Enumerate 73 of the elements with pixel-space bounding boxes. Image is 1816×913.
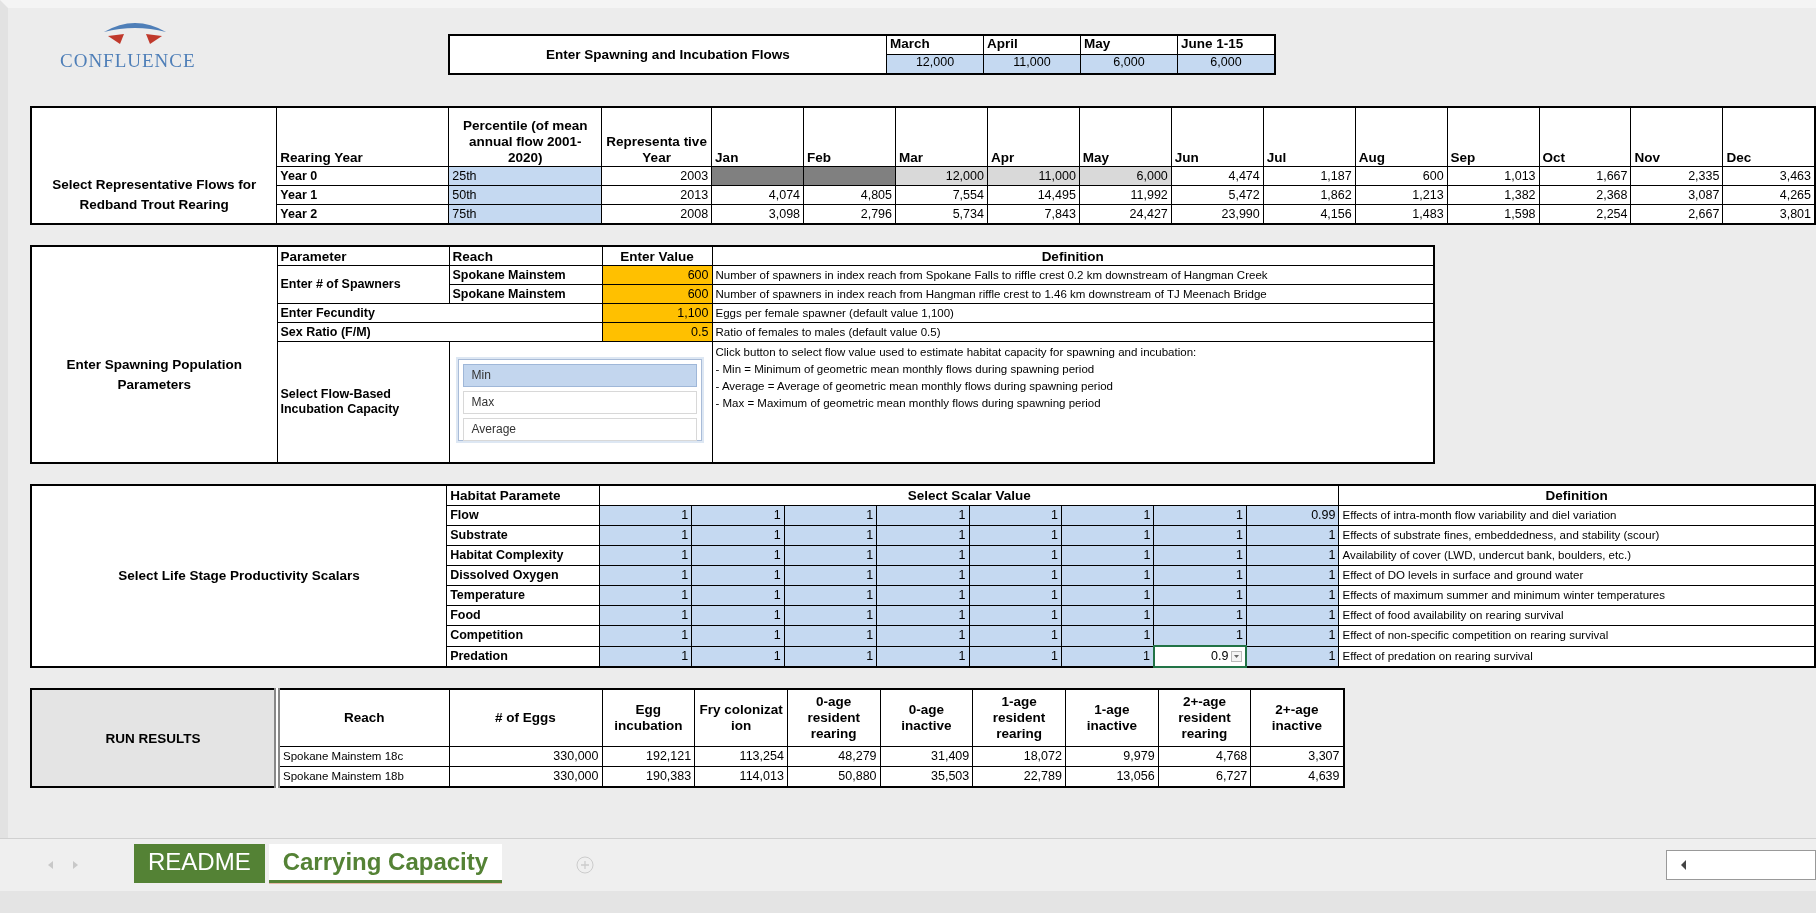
column-header: Mar	[895, 107, 988, 167]
row-header: Year 1	[276, 185, 449, 205]
cell-value: 0.9	[1211, 649, 1229, 664]
input-cell[interactable]: 6,000	[1081, 55, 1177, 73]
sheet-tab[interactable]: Carrying Capacity	[268, 844, 503, 883]
column-header: 2+-age resident rearing	[1158, 689, 1251, 747]
table-cell: 9,979	[1065, 746, 1159, 767]
column-header: 0-age inactive	[880, 689, 973, 747]
scroll-left-icon[interactable]	[1679, 859, 1689, 871]
column-header: Parameter	[277, 246, 449, 266]
column-header: Enter Value	[602, 246, 712, 266]
table-cell: 113,254	[694, 746, 788, 767]
horizontal-scrollbar[interactable]	[1666, 850, 1816, 880]
definition-text: - Min = Minimum of geometric mean monthly flows during spawning period	[715, 362, 1096, 377]
row-header: Competition	[446, 625, 600, 646]
column-header: 1-age inactive	[1065, 689, 1159, 747]
column-header: Egg incubation	[602, 689, 695, 747]
row-header: Dissolved Oxygen	[446, 565, 600, 586]
column-header: Nov	[1631, 107, 1723, 167]
column-header: # of Eggs	[449, 689, 602, 747]
input-cell[interactable]: 0.9	[1153, 646, 1247, 667]
definition-text: - Average = Average of geometric mean monthly flows during spawning period	[715, 379, 1114, 394]
table-cell: Spokane Mainstem 18c	[277, 746, 449, 767]
column-header: Jan	[711, 107, 804, 167]
row-header: Habitat Complexity	[446, 545, 600, 566]
row-header: Substrate	[446, 525, 600, 546]
column-header: Sep	[1447, 107, 1540, 167]
table-cell: Spokane Mainstem	[449, 284, 602, 304]
column-header: Apr	[987, 107, 1080, 167]
column-header: Percentile (of mean annual flow 2001-2020)	[448, 107, 602, 167]
sheet-tab[interactable]: README	[134, 844, 265, 883]
row-header: Year 0	[276, 166, 449, 186]
table-cell: 18,072	[972, 746, 1066, 767]
column-header: Rearing Year	[276, 107, 449, 167]
run-results-button[interactable]: RUN RESULTS	[32, 690, 271, 786]
list-option[interactable]: Average	[462, 418, 697, 441]
column-header: Feb	[803, 107, 896, 167]
list-option[interactable]: Max	[462, 391, 697, 414]
definition-text: Click button to select flow value used to estimate habitat capacity for spawning and incubation:	[715, 345, 1198, 360]
column-header: Representa tive Year	[601, 107, 712, 167]
row-header: Flow	[446, 505, 600, 526]
input-cell[interactable]: 12,000	[887, 55, 983, 73]
row-header: Temperature	[446, 585, 600, 606]
table-cell: 192,121	[602, 746, 695, 767]
table-cell: 2003	[601, 166, 712, 186]
column-header: Jun	[1171, 107, 1264, 167]
column-header: May	[1079, 107, 1172, 167]
column-header: Fry colonizat ion	[694, 689, 788, 747]
column-header: Reach	[277, 689, 449, 747]
table-cell: 2013	[601, 185, 712, 205]
row-header: Enter # of Spawners	[277, 265, 449, 304]
column-header: 1-age resident rearing	[972, 689, 1066, 747]
logo-text: CONFLUENCE	[60, 50, 196, 72]
row-header: Food	[446, 605, 600, 626]
input-cell[interactable]: 6,000	[1178, 55, 1274, 73]
definition-text: - Max = Maximum of geometric mean monthly flows during spawning period	[715, 396, 1102, 411]
column-header: 0-age resident rearing	[787, 689, 881, 747]
table-cell: 31,409	[880, 746, 973, 767]
column-header: Habitat Paramete	[446, 485, 600, 506]
row-header: Sex Ratio (F/M)	[277, 322, 602, 342]
row-header: Enter Fecundity	[277, 303, 602, 323]
table-cell: 48,279	[787, 746, 881, 767]
column-header: Reach	[449, 246, 602, 266]
column-header: Aug	[1355, 107, 1448, 167]
column-header: Oct	[1539, 107, 1631, 167]
input-cell[interactable]: 11,000	[984, 55, 1080, 73]
column-header: Select Scalar Value	[599, 485, 1339, 506]
scroll-right-icon[interactable]	[70, 860, 80, 870]
list-option[interactable]: Min	[462, 364, 697, 387]
table-cell: 330,000	[449, 746, 602, 767]
table-cell: Spokane Mainstem	[449, 265, 602, 285]
table-cell: 4,768	[1158, 746, 1251, 767]
column-header: Jul	[1263, 107, 1356, 167]
